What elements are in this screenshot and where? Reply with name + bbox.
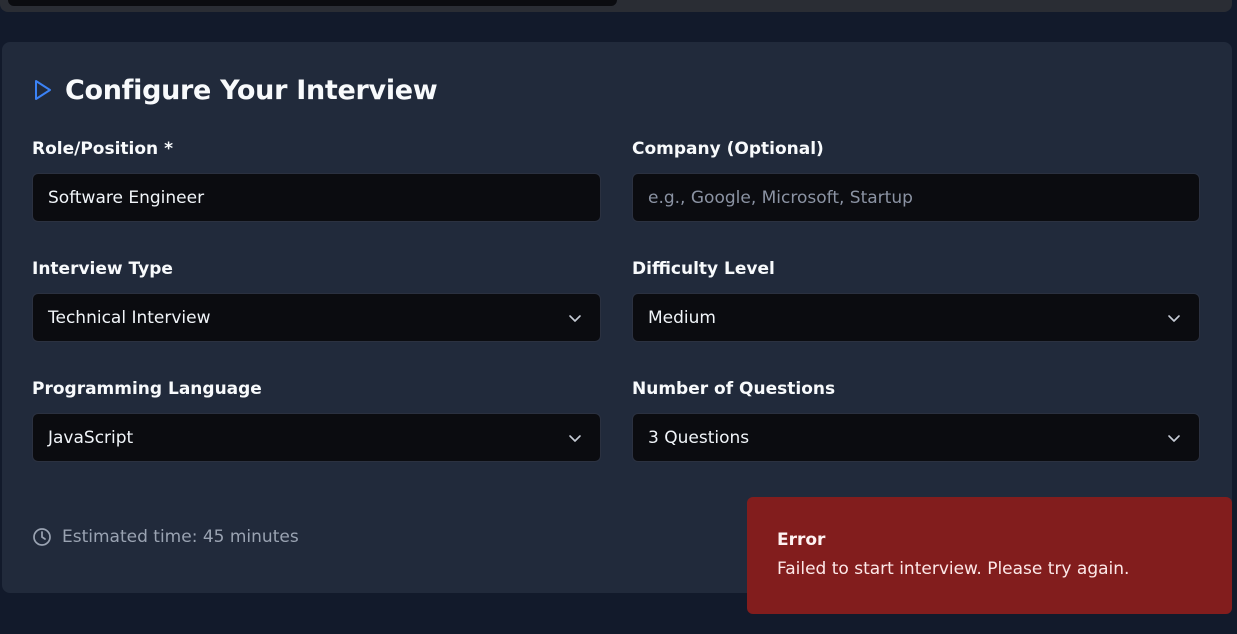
difficulty-label: Difficulty Level <box>632 259 775 279</box>
language-select[interactable]: JavaScript <box>32 413 601 462</box>
company-field[interactable] <box>632 173 1200 222</box>
previous-input[interactable] <box>8 0 617 6</box>
clock-icon <box>32 527 52 547</box>
company-input[interactable] <box>648 187 1199 208</box>
questions-value: 3 Questions <box>648 427 750 448</box>
role-label: Role/Position * <box>32 139 173 159</box>
role-field[interactable] <box>32 173 601 222</box>
play-icon <box>32 78 54 102</box>
chevron-down-icon <box>1167 431 1181 445</box>
chevron-down-icon <box>568 311 582 325</box>
language-label: Programming Language <box>32 379 262 399</box>
estimated-time: Estimated time: 45 minutes <box>32 527 299 547</box>
error-toast[interactable]: Error Failed to start interview. Please … <box>747 497 1232 614</box>
chevron-down-icon <box>1167 311 1181 325</box>
interview-type-select[interactable]: Technical Interview <box>32 293 601 342</box>
toast-message: Failed to start interview. Please try ag… <box>777 559 1130 579</box>
difficulty-value: Medium <box>648 307 716 328</box>
estimated-time-text: Estimated time: 45 minutes <box>62 527 299 547</box>
difficulty-select[interactable]: Medium <box>632 293 1200 342</box>
page-title: Configure Your Interview <box>65 74 438 106</box>
interview-type-value: Technical Interview <box>48 307 211 328</box>
questions-select[interactable]: 3 Questions <box>632 413 1200 462</box>
role-input[interactable] <box>48 187 600 208</box>
panel-header: Configure Your Interview <box>32 72 438 108</box>
language-value: JavaScript <box>48 427 134 448</box>
interview-type-label: Interview Type <box>32 259 173 279</box>
company-label: Company (Optional) <box>632 139 824 159</box>
toast-title: Error <box>777 530 826 550</box>
chevron-down-icon <box>568 431 582 445</box>
questions-label: Number of Questions <box>632 379 836 399</box>
previous-card <box>0 0 1232 12</box>
